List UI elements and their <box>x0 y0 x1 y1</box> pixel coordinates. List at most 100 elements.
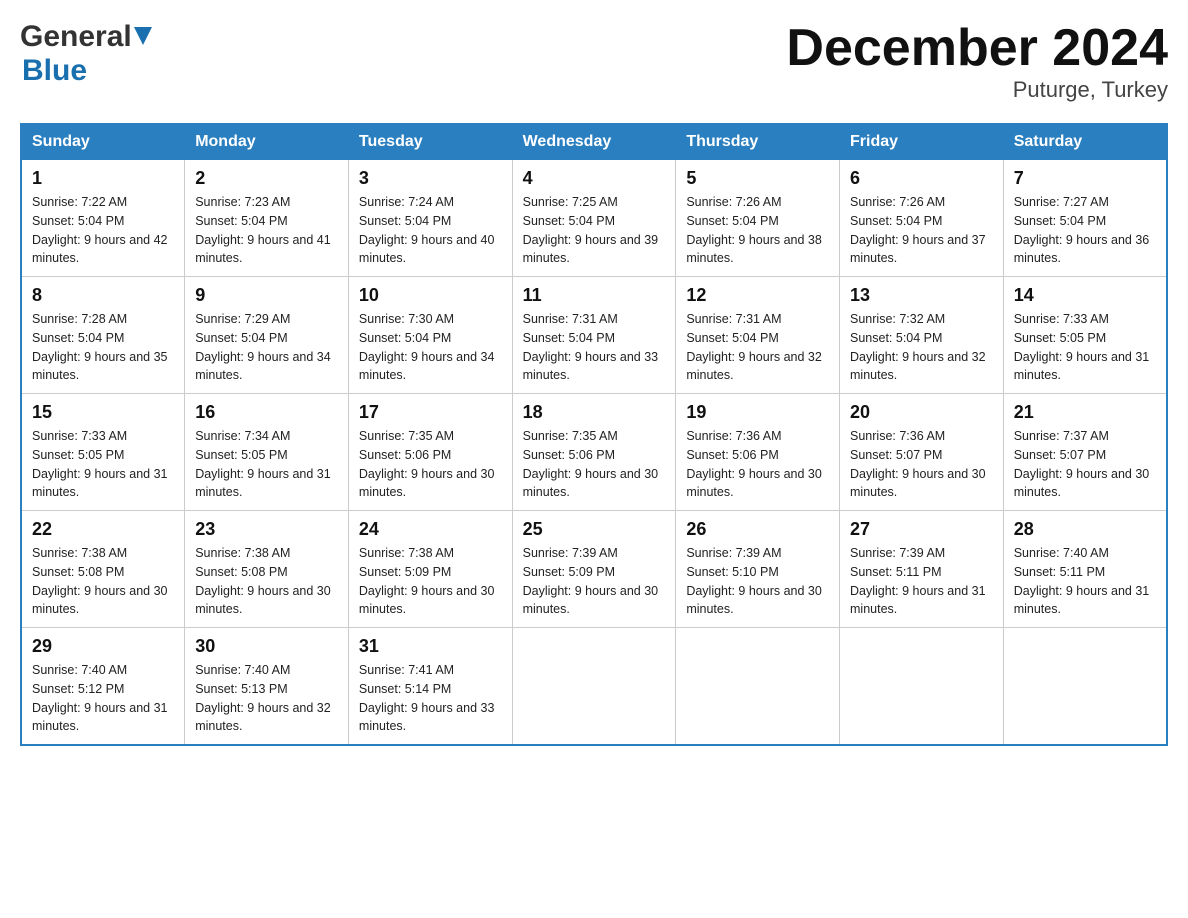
calendar-cell: 26 Sunrise: 7:39 AMSunset: 5:10 PMDaylig… <box>676 511 840 628</box>
day-info: Sunrise: 7:36 AMSunset: 5:06 PMDaylight:… <box>686 429 822 499</box>
day-info: Sunrise: 7:35 AMSunset: 5:06 PMDaylight:… <box>523 429 659 499</box>
calendar-table: SundayMondayTuesdayWednesdayThursdayFrid… <box>20 123 1168 746</box>
day-info: Sunrise: 7:40 AMSunset: 5:13 PMDaylight:… <box>195 663 331 733</box>
calendar-cell: 14 Sunrise: 7:33 AMSunset: 5:05 PMDaylig… <box>1003 277 1167 394</box>
day-number: 20 <box>850 402 993 423</box>
day-number: 9 <box>195 285 338 306</box>
calendar-week-row: 15 Sunrise: 7:33 AMSunset: 5:05 PMDaylig… <box>21 394 1167 511</box>
day-number: 26 <box>686 519 829 540</box>
day-number: 11 <box>523 285 666 306</box>
calendar-cell: 22 Sunrise: 7:38 AMSunset: 5:08 PMDaylig… <box>21 511 185 628</box>
day-info: Sunrise: 7:38 AMSunset: 5:08 PMDaylight:… <box>195 546 331 616</box>
calendar-cell: 21 Sunrise: 7:37 AMSunset: 5:07 PMDaylig… <box>1003 394 1167 511</box>
col-header-tuesday: Tuesday <box>348 124 512 160</box>
logo: General Blue <box>20 20 152 88</box>
day-number: 22 <box>32 519 174 540</box>
logo-blue-text: Blue <box>22 54 87 87</box>
day-info: Sunrise: 7:37 AMSunset: 5:07 PMDaylight:… <box>1014 429 1150 499</box>
day-number: 25 <box>523 519 666 540</box>
day-number: 1 <box>32 168 174 189</box>
day-info: Sunrise: 7:28 AMSunset: 5:04 PMDaylight:… <box>32 312 168 382</box>
day-number: 12 <box>686 285 829 306</box>
day-info: Sunrise: 7:39 AMSunset: 5:11 PMDaylight:… <box>850 546 986 616</box>
day-number: 7 <box>1014 168 1156 189</box>
location: Puturge, Turkey <box>786 77 1168 103</box>
calendar-cell: 19 Sunrise: 7:36 AMSunset: 5:06 PMDaylig… <box>676 394 840 511</box>
calendar-cell <box>1003 628 1167 746</box>
day-number: 3 <box>359 168 502 189</box>
month-title: December 2024 <box>786 20 1168 77</box>
calendar-cell: 10 Sunrise: 7:30 AMSunset: 5:04 PMDaylig… <box>348 277 512 394</box>
day-info: Sunrise: 7:31 AMSunset: 5:04 PMDaylight:… <box>523 312 659 382</box>
day-number: 16 <box>195 402 338 423</box>
day-info: Sunrise: 7:23 AMSunset: 5:04 PMDaylight:… <box>195 195 331 265</box>
day-info: Sunrise: 7:36 AMSunset: 5:07 PMDaylight:… <box>850 429 986 499</box>
day-number: 27 <box>850 519 993 540</box>
col-header-friday: Friday <box>840 124 1004 160</box>
day-info: Sunrise: 7:26 AMSunset: 5:04 PMDaylight:… <box>850 195 986 265</box>
calendar-cell: 30 Sunrise: 7:40 AMSunset: 5:13 PMDaylig… <box>185 628 349 746</box>
day-number: 30 <box>195 636 338 657</box>
day-info: Sunrise: 7:38 AMSunset: 5:09 PMDaylight:… <box>359 546 495 616</box>
calendar-week-row: 29 Sunrise: 7:40 AMSunset: 5:12 PMDaylig… <box>21 628 1167 746</box>
logo-arrow-icon <box>134 27 152 50</box>
day-info: Sunrise: 7:32 AMSunset: 5:04 PMDaylight:… <box>850 312 986 382</box>
day-number: 15 <box>32 402 174 423</box>
day-info: Sunrise: 7:27 AMSunset: 5:04 PMDaylight:… <box>1014 195 1150 265</box>
day-number: 5 <box>686 168 829 189</box>
calendar-header-row: SundayMondayTuesdayWednesdayThursdayFrid… <box>21 124 1167 160</box>
calendar-cell: 12 Sunrise: 7:31 AMSunset: 5:04 PMDaylig… <box>676 277 840 394</box>
calendar-cell: 5 Sunrise: 7:26 AMSunset: 5:04 PMDayligh… <box>676 160 840 277</box>
day-info: Sunrise: 7:26 AMSunset: 5:04 PMDaylight:… <box>686 195 822 265</box>
col-header-thursday: Thursday <box>676 124 840 160</box>
day-info: Sunrise: 7:24 AMSunset: 5:04 PMDaylight:… <box>359 195 495 265</box>
calendar-cell <box>676 628 840 746</box>
calendar-cell: 24 Sunrise: 7:38 AMSunset: 5:09 PMDaylig… <box>348 511 512 628</box>
day-info: Sunrise: 7:31 AMSunset: 5:04 PMDaylight:… <box>686 312 822 382</box>
day-number: 18 <box>523 402 666 423</box>
day-number: 10 <box>359 285 502 306</box>
calendar-week-row: 8 Sunrise: 7:28 AMSunset: 5:04 PMDayligh… <box>21 277 1167 394</box>
calendar-cell: 15 Sunrise: 7:33 AMSunset: 5:05 PMDaylig… <box>21 394 185 511</box>
calendar-cell: 8 Sunrise: 7:28 AMSunset: 5:04 PMDayligh… <box>21 277 185 394</box>
day-number: 8 <box>32 285 174 306</box>
calendar-cell: 7 Sunrise: 7:27 AMSunset: 5:04 PMDayligh… <box>1003 160 1167 277</box>
day-info: Sunrise: 7:39 AMSunset: 5:10 PMDaylight:… <box>686 546 822 616</box>
calendar-cell: 28 Sunrise: 7:40 AMSunset: 5:11 PMDaylig… <box>1003 511 1167 628</box>
calendar-cell: 13 Sunrise: 7:32 AMSunset: 5:04 PMDaylig… <box>840 277 1004 394</box>
day-info: Sunrise: 7:33 AMSunset: 5:05 PMDaylight:… <box>32 429 168 499</box>
day-info: Sunrise: 7:30 AMSunset: 5:04 PMDaylight:… <box>359 312 495 382</box>
logo-general-text: General <box>20 20 132 54</box>
day-info: Sunrise: 7:29 AMSunset: 5:04 PMDaylight:… <box>195 312 331 382</box>
calendar-cell <box>512 628 676 746</box>
day-number: 24 <box>359 519 502 540</box>
calendar-cell: 4 Sunrise: 7:25 AMSunset: 5:04 PMDayligh… <box>512 160 676 277</box>
page-header: General Blue December 2024 Puturge, Turk… <box>20 20 1168 103</box>
day-number: 29 <box>32 636 174 657</box>
col-header-saturday: Saturday <box>1003 124 1167 160</box>
calendar-cell: 29 Sunrise: 7:40 AMSunset: 5:12 PMDaylig… <box>21 628 185 746</box>
day-number: 6 <box>850 168 993 189</box>
calendar-week-row: 22 Sunrise: 7:38 AMSunset: 5:08 PMDaylig… <box>21 511 1167 628</box>
col-header-wednesday: Wednesday <box>512 124 676 160</box>
calendar-cell: 11 Sunrise: 7:31 AMSunset: 5:04 PMDaylig… <box>512 277 676 394</box>
day-number: 4 <box>523 168 666 189</box>
calendar-cell: 6 Sunrise: 7:26 AMSunset: 5:04 PMDayligh… <box>840 160 1004 277</box>
day-info: Sunrise: 7:39 AMSunset: 5:09 PMDaylight:… <box>523 546 659 616</box>
calendar-cell: 31 Sunrise: 7:41 AMSunset: 5:14 PMDaylig… <box>348 628 512 746</box>
day-info: Sunrise: 7:41 AMSunset: 5:14 PMDaylight:… <box>359 663 495 733</box>
calendar-cell: 2 Sunrise: 7:23 AMSunset: 5:04 PMDayligh… <box>185 160 349 277</box>
day-info: Sunrise: 7:33 AMSunset: 5:05 PMDaylight:… <box>1014 312 1150 382</box>
day-info: Sunrise: 7:35 AMSunset: 5:06 PMDaylight:… <box>359 429 495 499</box>
day-number: 23 <box>195 519 338 540</box>
day-info: Sunrise: 7:40 AMSunset: 5:12 PMDaylight:… <box>32 663 168 733</box>
calendar-week-row: 1 Sunrise: 7:22 AMSunset: 5:04 PMDayligh… <box>21 160 1167 277</box>
day-number: 19 <box>686 402 829 423</box>
day-number: 21 <box>1014 402 1156 423</box>
day-number: 17 <box>359 402 502 423</box>
day-number: 14 <box>1014 285 1156 306</box>
calendar-cell <box>840 628 1004 746</box>
calendar-cell: 25 Sunrise: 7:39 AMSunset: 5:09 PMDaylig… <box>512 511 676 628</box>
title-area: December 2024 Puturge, Turkey <box>786 20 1168 103</box>
day-info: Sunrise: 7:40 AMSunset: 5:11 PMDaylight:… <box>1014 546 1150 616</box>
